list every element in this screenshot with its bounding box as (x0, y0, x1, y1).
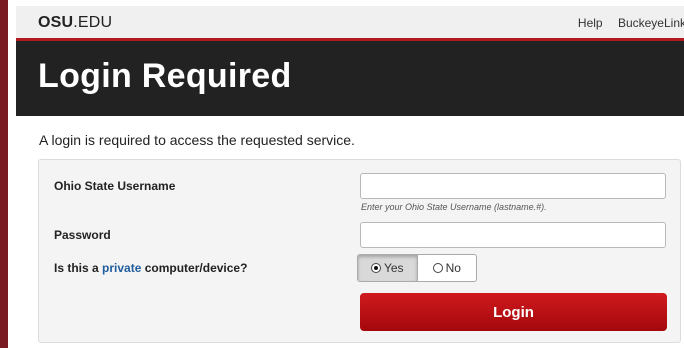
username-label: Ohio State Username (54, 179, 176, 193)
password-label: Password (54, 228, 111, 242)
page-title: Login Required (38, 57, 292, 95)
top-links: Help BuckeyeLink (566, 16, 684, 30)
no-label: No (445, 261, 461, 275)
login-form-panel: Ohio State Username Enter your Ohio Stat… (38, 159, 681, 343)
private-info-link[interactable]: private (102, 261, 141, 275)
private-label-suffix: computer/device? (141, 261, 248, 275)
osu-edu-logo[interactable]: OSU.EDU (38, 14, 112, 32)
username-hint: Enter your Ohio State Username (lastname… (361, 202, 547, 212)
private-label-prefix: Is this a (54, 261, 103, 275)
login-button[interactable]: Login (360, 293, 667, 331)
radio-checked-icon (370, 263, 381, 273)
brand-rest: .EDU (73, 14, 113, 31)
hero-banner: Login Required (16, 41, 684, 116)
page-frame: OSU.EDU Help BuckeyeLink Login Required … (0, 0, 684, 348)
private-yes-option[interactable]: Yes (358, 255, 418, 281)
yes-label: Yes (383, 261, 404, 275)
intro-text: A login is required to access the reques… (39, 132, 355, 148)
help-link[interactable]: Help (578, 16, 603, 30)
private-device-label: Is this a private computer/device? (54, 261, 247, 275)
osu-top-bar: OSU.EDU Help BuckeyeLink (16, 6, 684, 41)
username-input[interactable] (360, 173, 666, 199)
brand-bold: OSU (38, 14, 74, 31)
password-input[interactable] (360, 222, 666, 248)
buckeyelink-link[interactable]: BuckeyeLink (618, 16, 684, 30)
radio-unchecked-icon (432, 263, 443, 273)
private-device-toggle: Yes No (357, 254, 477, 282)
private-no-option[interactable]: No (418, 255, 477, 281)
